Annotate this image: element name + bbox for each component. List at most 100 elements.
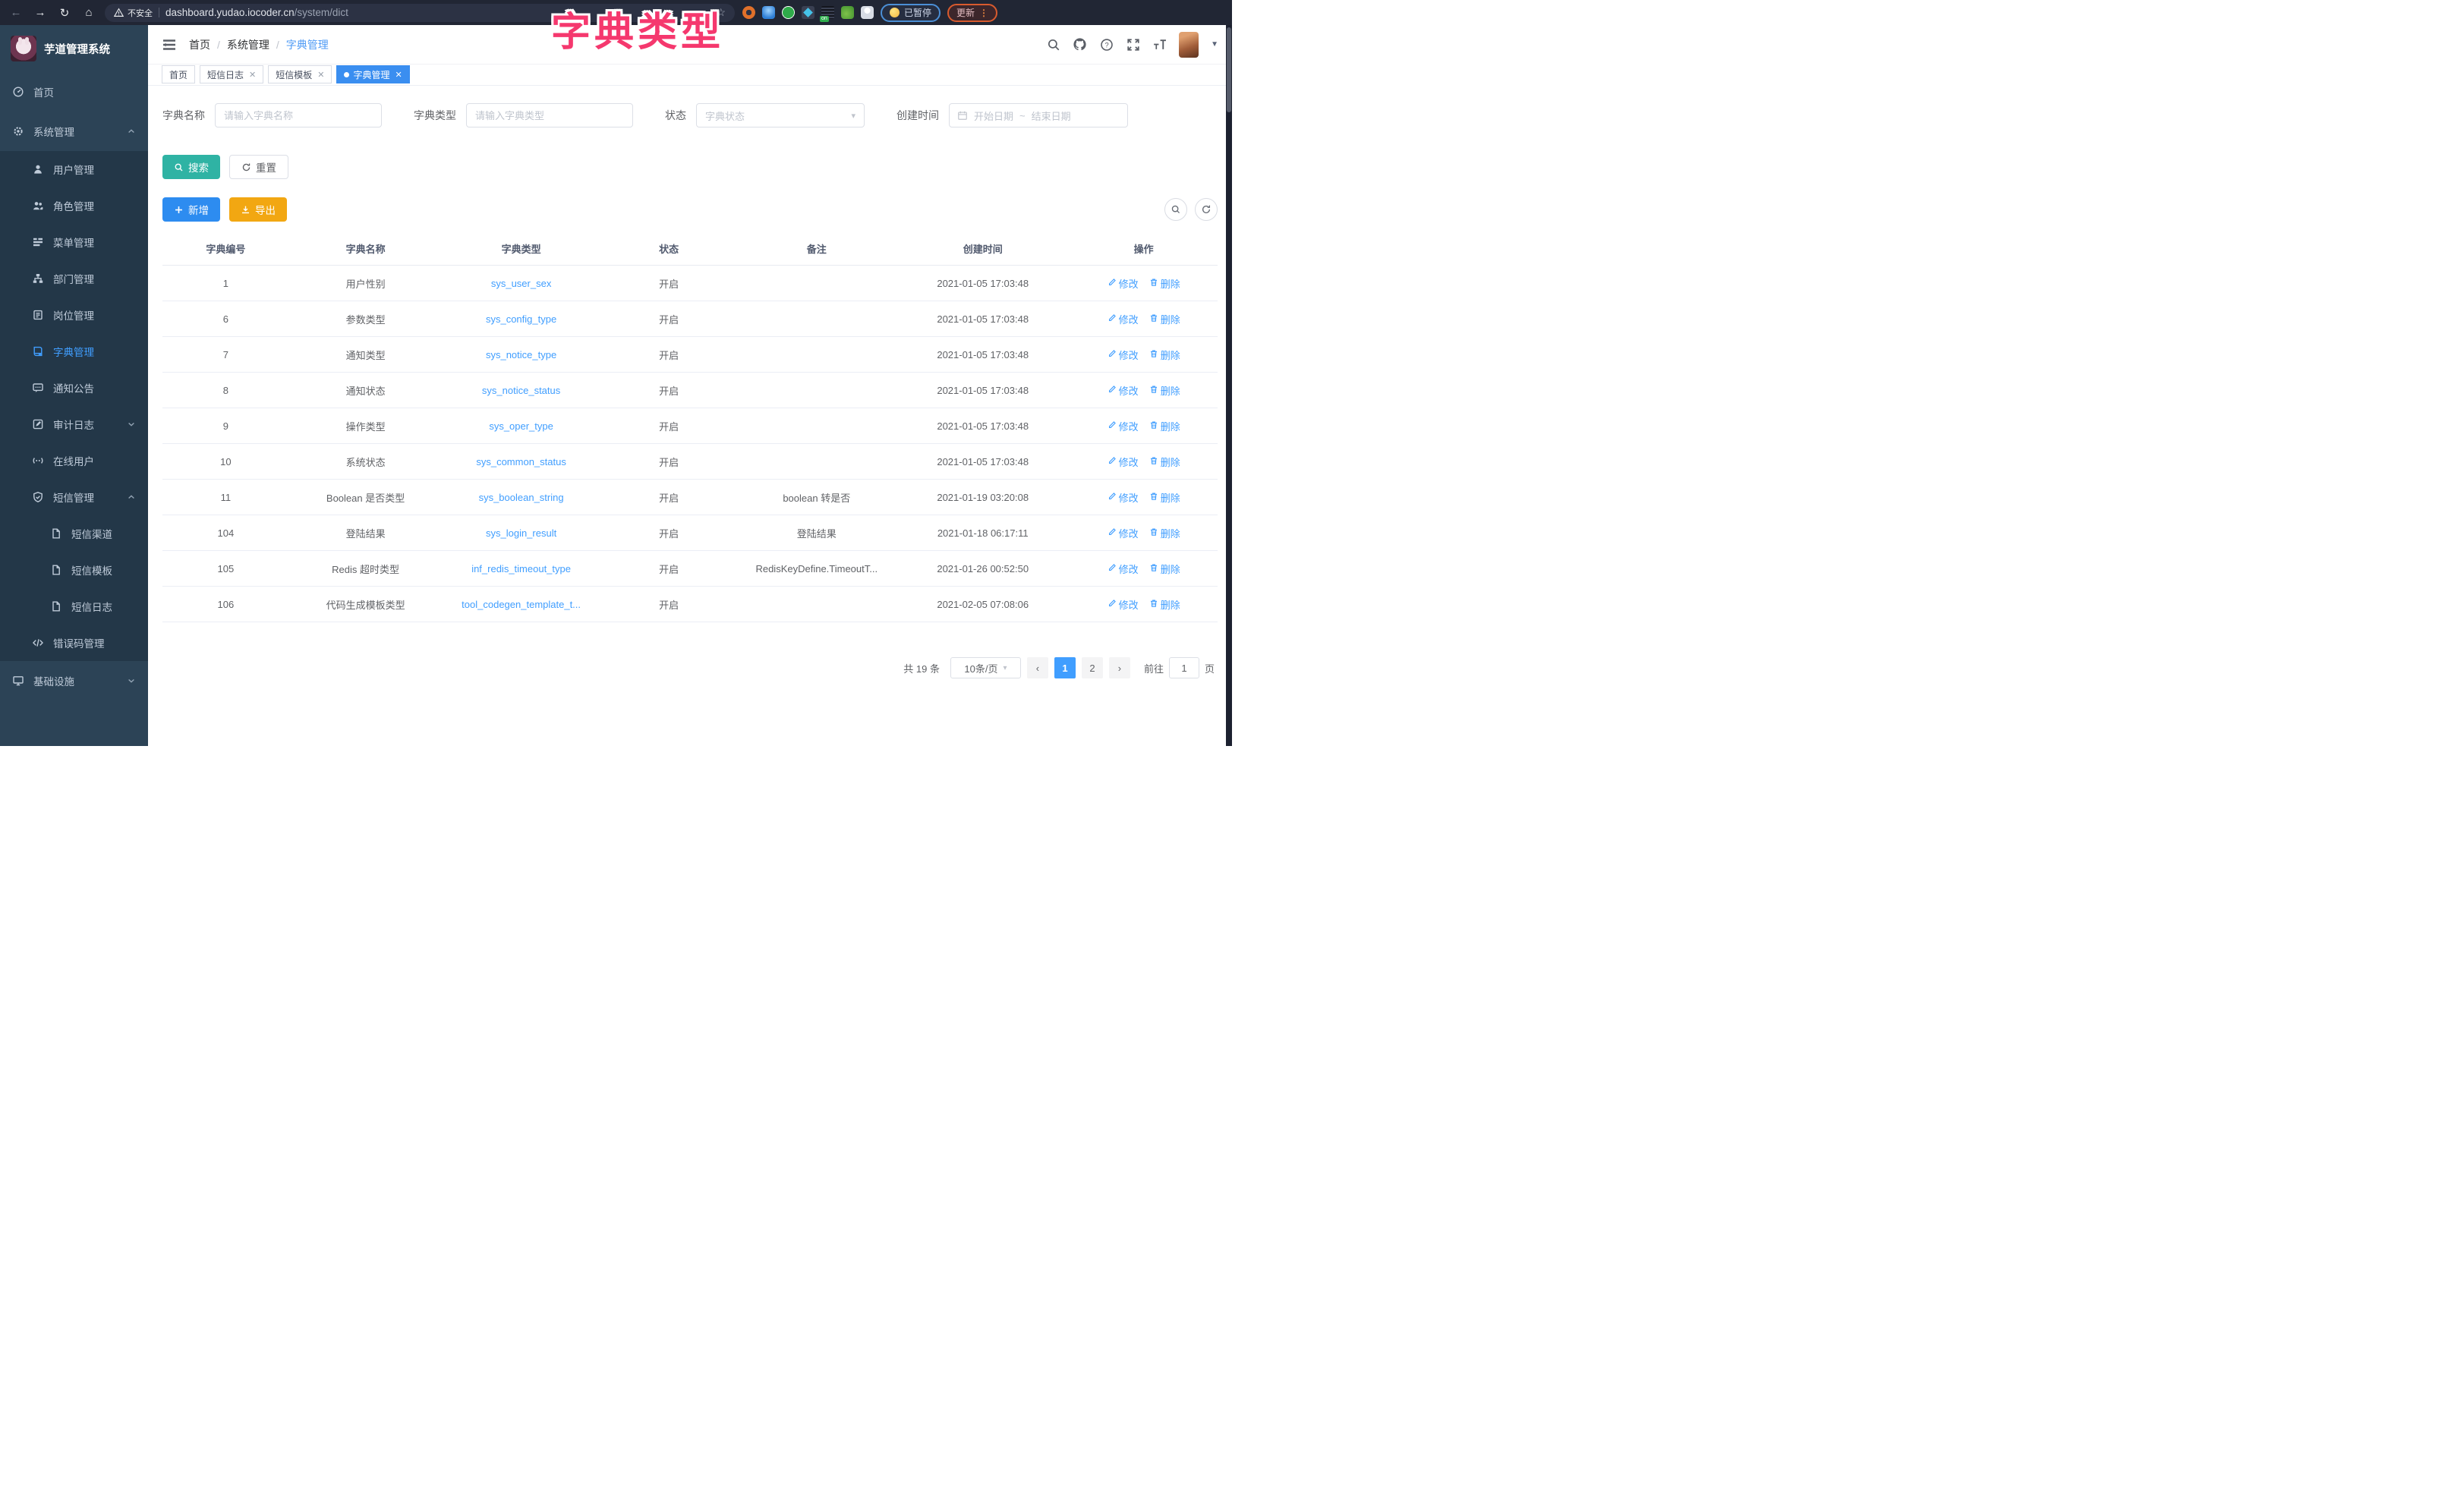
- next-page-button[interactable]: ›: [1109, 657, 1130, 678]
- home-icon[interactable]: ⌂: [80, 5, 97, 21]
- edit-link[interactable]: 修改: [1108, 419, 1139, 433]
- extension-icon[interactable]: [802, 6, 815, 19]
- delete-link[interactable]: 删除: [1149, 562, 1180, 576]
- sidebar-item-sms-channel[interactable]: 短信渠道: [0, 515, 148, 552]
- search-button[interactable]: 搜索: [162, 155, 220, 179]
- edit-link[interactable]: 修改: [1108, 562, 1139, 576]
- tab-短信模板[interactable]: 短信模板✕: [268, 65, 332, 83]
- extension-icon[interactable]: [782, 6, 795, 19]
- page-button-1[interactable]: 1: [1054, 657, 1076, 678]
- reset-button[interactable]: 重置: [229, 155, 288, 179]
- sidebar-item-user-management[interactable]: 用户管理: [0, 151, 148, 187]
- edit-link[interactable]: 修改: [1108, 526, 1139, 540]
- dict-type-cell[interactable]: sys_boolean_string: [442, 480, 600, 515]
- sidebar-item-post-management[interactable]: 岗位管理: [0, 297, 148, 333]
- page-button-2[interactable]: 2: [1082, 657, 1103, 678]
- sidebar-item-notice-management[interactable]: 通知公告: [0, 370, 148, 406]
- extension-icon[interactable]: on: [821, 6, 834, 19]
- sidebar-item-infrastructure[interactable]: 基础设施: [0, 661, 148, 700]
- sidebar-item-role-management[interactable]: 角色管理: [0, 187, 148, 224]
- edit-link[interactable]: 修改: [1108, 383, 1139, 398]
- edit-link[interactable]: 修改: [1108, 455, 1139, 469]
- sidebar-item-audit-log[interactable]: 审计日志: [0, 406, 148, 442]
- tab-首页[interactable]: 首页: [162, 65, 195, 83]
- date-range-picker[interactable]: 开始日期 ~ 结束日期: [949, 103, 1128, 127]
- delete-link[interactable]: 删除: [1149, 312, 1180, 326]
- breadcrumb-system[interactable]: 系统管理: [227, 37, 269, 52]
- sidebar-item-sms-management[interactable]: 短信管理: [0, 479, 148, 515]
- browser-menu-icon[interactable]: ⋮: [979, 9, 988, 17]
- fullscreen-icon[interactable]: [1126, 37, 1140, 52]
- dict-type-cell[interactable]: sys_notice_type: [442, 337, 600, 373]
- address-bar[interactable]: 不安全 dashboard.yudao.iocoder.cn/system/di…: [105, 4, 735, 22]
- sidebar-item-system-management[interactable]: 系统管理: [0, 112, 148, 151]
- status-select[interactable]: 字典状态 ▾: [696, 103, 865, 127]
- extension-icon[interactable]: [841, 6, 854, 19]
- font-size-icon[interactable]: [1152, 37, 1167, 52]
- delete-link[interactable]: 删除: [1149, 276, 1180, 291]
- delete-link[interactable]: 删除: [1149, 348, 1180, 362]
- dict-type-cell[interactable]: sys_oper_type: [442, 408, 600, 444]
- forward-icon[interactable]: →: [32, 5, 49, 21]
- export-button[interactable]: 导出: [229, 197, 287, 222]
- sidebar-item-menu-management[interactable]: 菜单管理: [0, 224, 148, 260]
- refresh-table-button[interactable]: [1195, 198, 1218, 221]
- sidebar-item-sms-log[interactable]: 短信日志: [0, 588, 148, 625]
- chevron-down-icon[interactable]: ▼: [1211, 40, 1218, 49]
- prev-page-button[interactable]: ‹: [1027, 657, 1048, 678]
- tab-短信日志[interactable]: 短信日志✕: [200, 65, 263, 83]
- dict-type-cell[interactable]: sys_common_status: [442, 444, 600, 480]
- sidebar-item-dict-management[interactable]: 字典管理: [0, 333, 148, 370]
- goto-page-input[interactable]: [1169, 657, 1199, 678]
- page-size-select[interactable]: 10条/页 ▾: [950, 657, 1021, 678]
- tab-字典管理[interactable]: 字典管理✕: [336, 65, 409, 83]
- close-icon[interactable]: ✕: [249, 70, 256, 80]
- vertical-scrollbar[interactable]: [1226, 25, 1232, 746]
- breadcrumb-home[interactable]: 首页: [189, 37, 210, 52]
- extension-icon[interactable]: [742, 6, 755, 19]
- close-icon[interactable]: ✕: [317, 70, 324, 80]
- delete-link[interactable]: 删除: [1149, 490, 1180, 505]
- extension-icon[interactable]: [762, 6, 775, 19]
- sidebar-item-sms-template[interactable]: 短信模板: [0, 552, 148, 588]
- security-warning[interactable]: 不安全: [114, 7, 153, 19]
- help-icon[interactable]: ?: [1099, 37, 1114, 52]
- edit-link[interactable]: 修改: [1108, 276, 1139, 291]
- search-icon[interactable]: [1046, 37, 1060, 52]
- edit-link[interactable]: 修改: [1108, 348, 1139, 362]
- dict-type-cell[interactable]: tool_codegen_template_t...: [442, 587, 600, 622]
- sidebar-item-error-code-management[interactable]: 错误码管理: [0, 625, 148, 661]
- close-icon[interactable]: ✕: [395, 70, 402, 80]
- edit-link[interactable]: 修改: [1108, 490, 1139, 505]
- delete-link[interactable]: 删除: [1149, 383, 1180, 398]
- browser-update-button[interactable]: 更新 ⋮: [947, 4, 997, 22]
- github-icon[interactable]: [1073, 37, 1087, 52]
- dict-type-cell[interactable]: inf_redis_timeout_type: [442, 551, 600, 587]
- delete-link[interactable]: 删除: [1149, 597, 1180, 612]
- app-logo-block[interactable]: 芋道管理系统: [0, 25, 148, 72]
- edit-link[interactable]: 修改: [1108, 597, 1139, 612]
- dict-type-cell[interactable]: sys_login_result: [442, 515, 600, 551]
- sidebar-toggle-icon[interactable]: [162, 37, 177, 52]
- add-button[interactable]: 新增: [162, 197, 220, 222]
- dict-type-cell[interactable]: sys_notice_status: [442, 373, 600, 408]
- user-avatar[interactable]: [1179, 32, 1199, 58]
- sidebar-item-home[interactable]: 首页: [0, 72, 148, 112]
- edit-link[interactable]: 修改: [1108, 312, 1139, 326]
- reload-icon[interactable]: ↻: [56, 5, 73, 21]
- extension-icon[interactable]: [861, 6, 874, 19]
- dict-type-input[interactable]: [466, 103, 633, 127]
- scrollbar-thumb[interactable]: [1227, 27, 1231, 112]
- delete-link[interactable]: 删除: [1149, 526, 1180, 540]
- sidebar-item-dept-management[interactable]: 部门管理: [0, 260, 148, 297]
- dict-type-cell[interactable]: sys_config_type: [442, 301, 600, 337]
- bookmark-star-icon[interactable]: ☆: [716, 6, 726, 19]
- delete-link[interactable]: 删除: [1149, 455, 1180, 469]
- delete-link[interactable]: 删除: [1149, 419, 1180, 433]
- toggle-search-button[interactable]: [1164, 198, 1187, 221]
- sidebar-item-online-users[interactable]: 在线用户: [0, 442, 148, 479]
- dict-type-cell[interactable]: sys_user_sex: [442, 266, 600, 301]
- dict-name-input[interactable]: [215, 103, 382, 127]
- paused-extension-badge[interactable]: 已暂停: [881, 4, 941, 22]
- back-icon[interactable]: ←: [8, 5, 24, 21]
